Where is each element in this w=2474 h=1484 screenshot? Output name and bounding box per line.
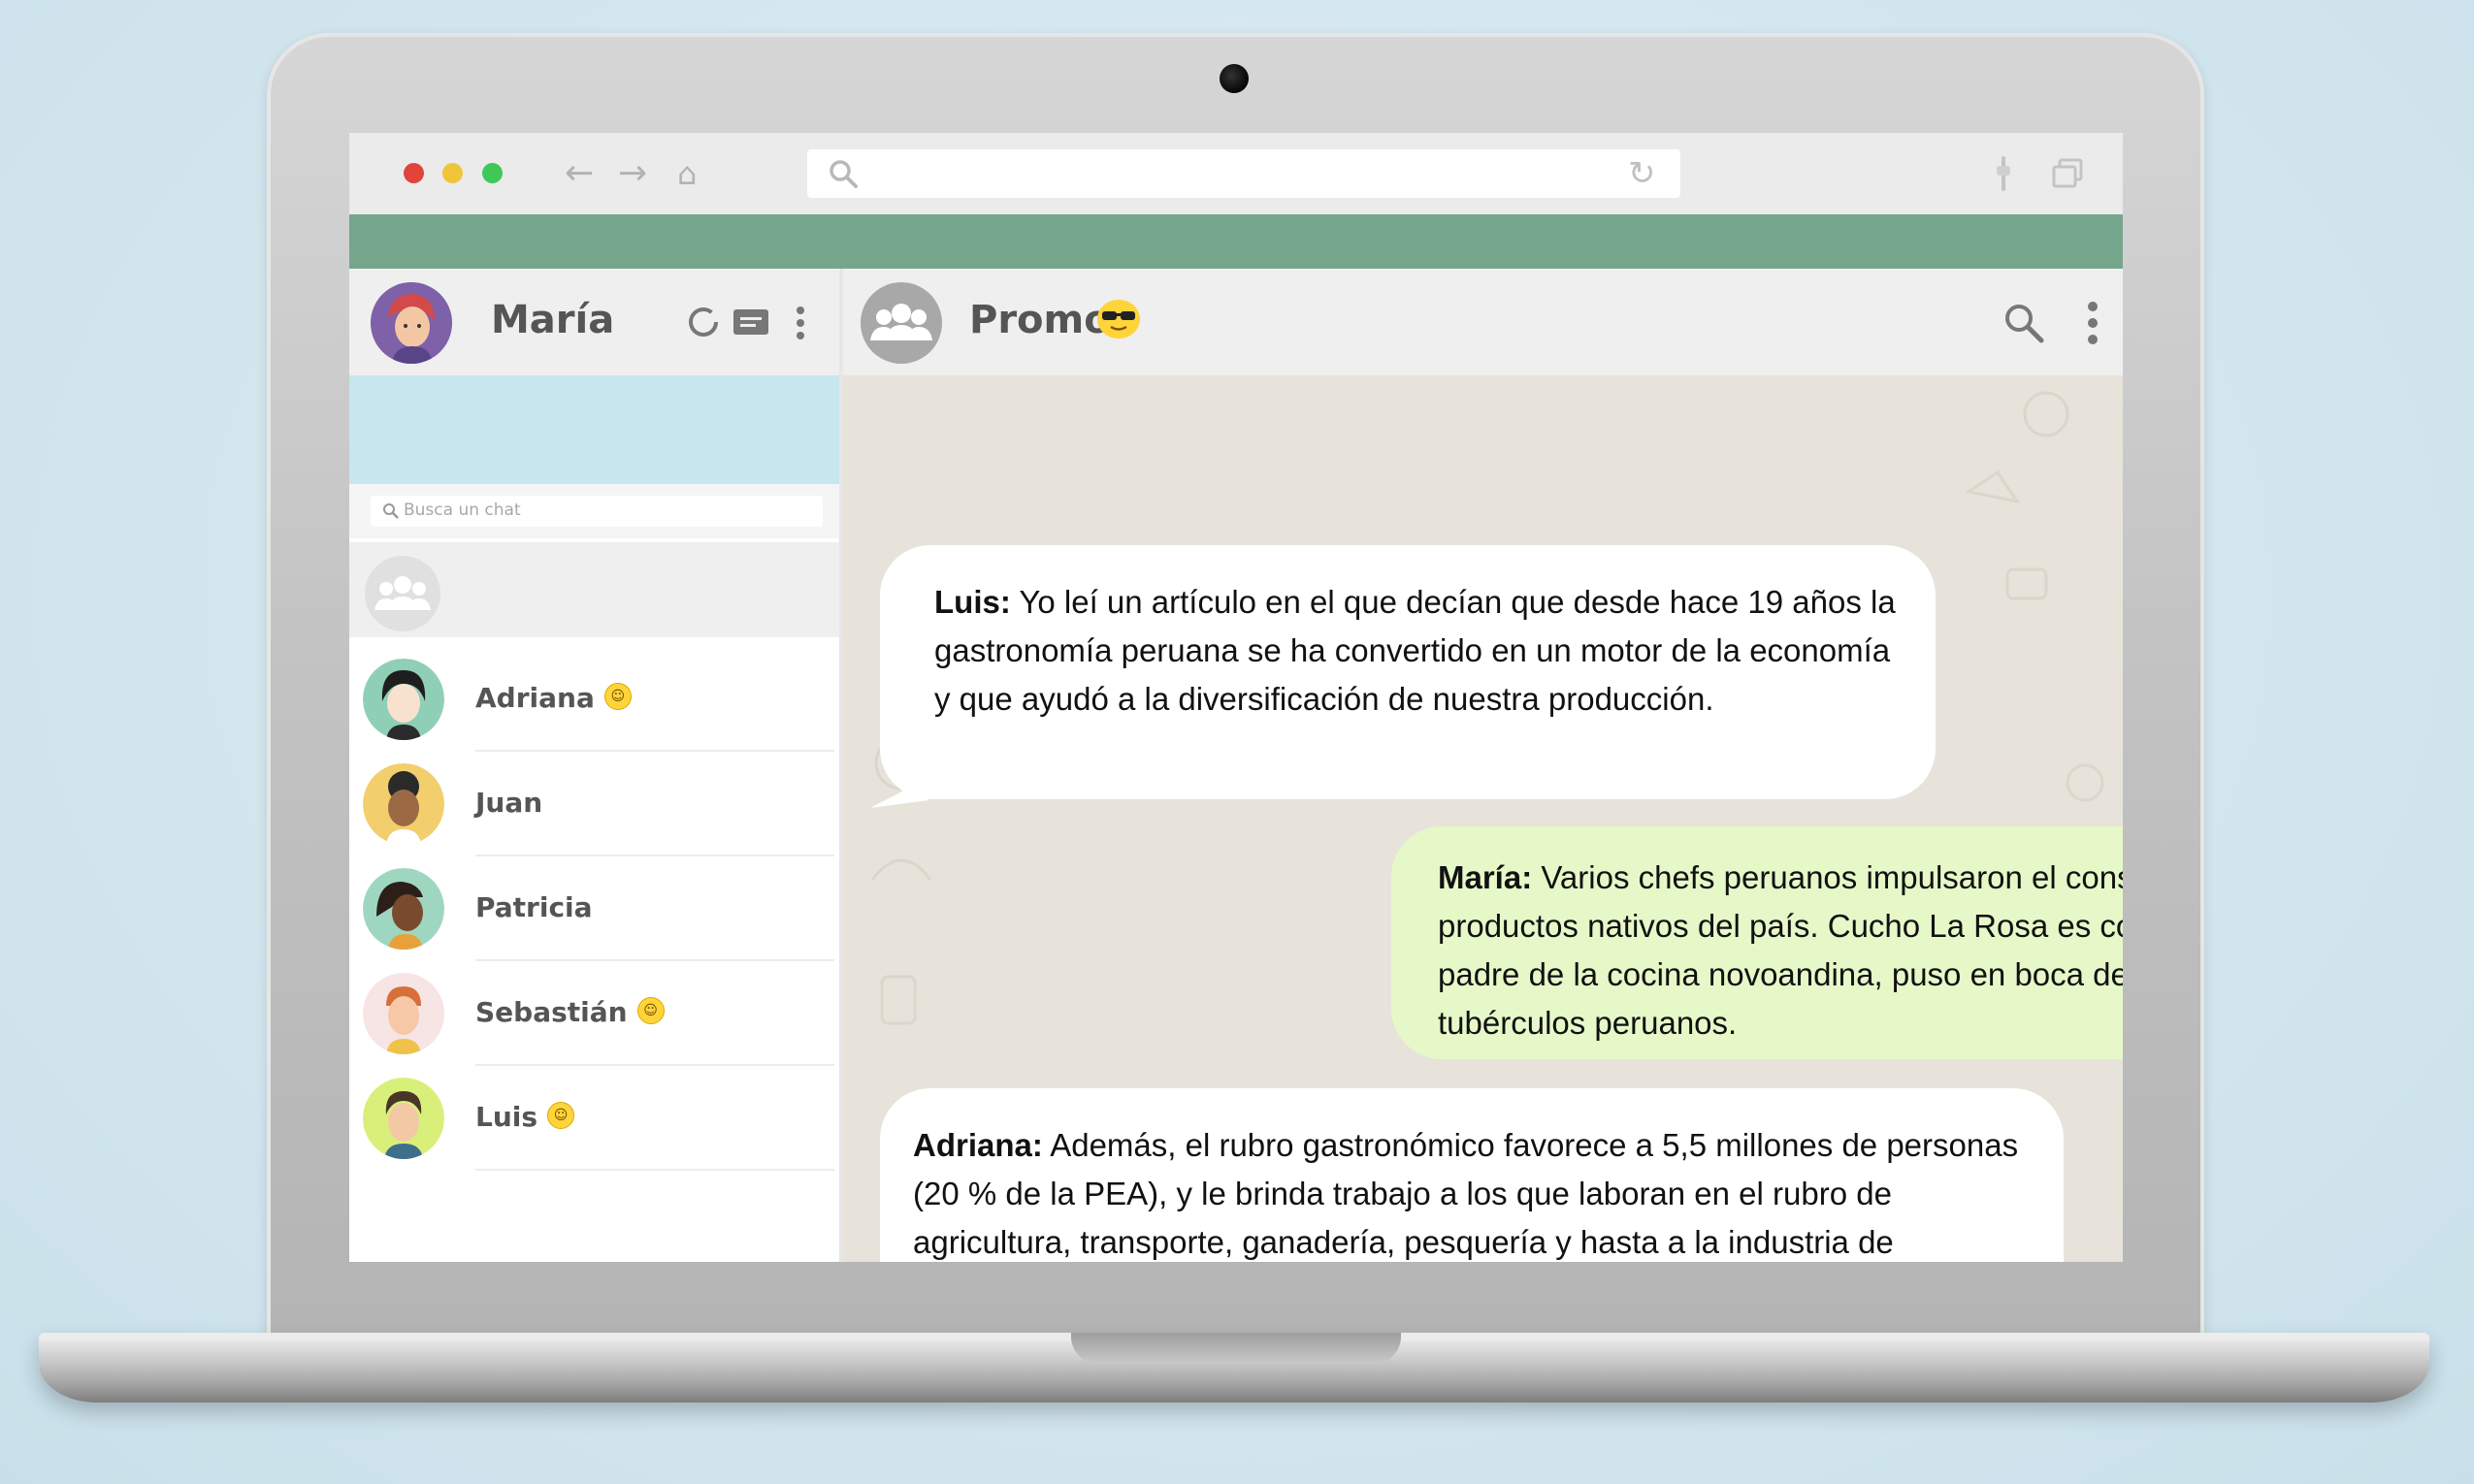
- message-text: Varios chefs peruanos impulsaron el cons…: [1438, 859, 2123, 1041]
- avatar: [363, 868, 444, 950]
- tabs-icon[interactable]: [2051, 158, 2084, 189]
- menu-icon[interactable]: [2087, 300, 2099, 346]
- status-icon[interactable]: [687, 306, 720, 339]
- profile-name: María: [491, 298, 615, 342]
- search-placeholder: Busca un chat: [404, 500, 521, 520]
- conversation-panel: Promo Luis: Yo leí un artículo en el que…: [843, 269, 2123, 1262]
- minimize-window-button[interactable]: [442, 163, 463, 183]
- list-item[interactable]: Juan: [349, 752, 839, 856]
- message-bubble-incoming: Adriana: Además, el rubro gastronómico f…: [880, 1088, 2064, 1262]
- avatar: [363, 1078, 444, 1159]
- chat-name: Sebastián ☺: [475, 996, 665, 1028]
- group-avatar: [365, 556, 440, 631]
- grinning-emoji-icon: ☺: [636, 997, 665, 1024]
- avatar: [363, 763, 444, 845]
- home-icon[interactable]: ⌂: [677, 150, 697, 197]
- message-text: Yo leí un artículo en el que decían que …: [934, 584, 1896, 717]
- group-avatar[interactable]: [861, 282, 942, 364]
- app-top-band: [349, 214, 2123, 269]
- list-item[interactable]: Patricia: [349, 856, 839, 961]
- search-icon[interactable]: [2002, 302, 2045, 344]
- back-arrow-icon[interactable]: ←: [565, 150, 594, 197]
- webcam-icon: [1220, 64, 1249, 93]
- menu-icon[interactable]: [795, 306, 806, 340]
- reload-icon[interactable]: ↻: [1628, 153, 1656, 194]
- laptop-notch: [1071, 1333, 1401, 1364]
- chat-name: Juan: [475, 787, 543, 819]
- sunglasses-emoji-icon: [1097, 300, 1140, 339]
- list-item[interactable]: Sebastián ☺: [349, 961, 839, 1066]
- list-item[interactable]: Luis ☺: [349, 1066, 839, 1171]
- smiley-emoji-icon: ☺: [603, 683, 632, 710]
- message-sender: Luis:: [934, 584, 1011, 620]
- bubble-tail: [870, 773, 938, 808]
- pin-icon[interactable]: [1994, 154, 2013, 193]
- chat-name: Luis ☺: [475, 1101, 575, 1133]
- screen: ← → ⌂ ↻ María Busca un chat Adriana ☺ Ju…: [349, 133, 2123, 1262]
- notification-banner: [349, 375, 839, 484]
- message-text: Además, el rubro gastronómico favorece a…: [913, 1127, 2019, 1260]
- chat-name: Patricia: [475, 891, 593, 923]
- forward-arrow-icon[interactable]: →: [618, 150, 647, 197]
- smiley-emoji-icon: ☺: [547, 1102, 575, 1129]
- search-input[interactable]: Busca un chat: [371, 496, 823, 527]
- search-strip: Busca un chat: [349, 484, 839, 538]
- conversation-header: Promo: [843, 269, 2123, 375]
- group-chat-row[interactable]: [349, 542, 839, 637]
- close-window-button[interactable]: [404, 163, 424, 183]
- divider: [475, 1169, 834, 1171]
- message-bubble-outgoing: María: Varios chefs peruanos impulsaron …: [1391, 826, 2123, 1059]
- conversation-title: Promo: [969, 298, 1111, 342]
- message-sender: Adriana:: [913, 1127, 1043, 1163]
- avatar: [363, 973, 444, 1054]
- chat-name: Adriana ☺: [475, 682, 632, 714]
- maximize-window-button[interactable]: [482, 163, 503, 183]
- address-bar[interactable]: ↻: [807, 149, 1680, 198]
- search-icon: [383, 503, 399, 519]
- avatar: [363, 659, 444, 740]
- search-icon: [830, 160, 858, 188]
- browser-toolbar: ← → ⌂ ↻: [349, 133, 2123, 214]
- profile-header: María: [349, 269, 839, 375]
- message-sender: María:: [1438, 859, 1533, 895]
- chat-list-panel: María Busca un chat Adriana ☺ Juan Patri…: [349, 269, 843, 1262]
- avatar[interactable]: [371, 282, 452, 364]
- new-chat-icon[interactable]: [732, 307, 770, 337]
- list-item[interactable]: Adriana ☺: [349, 647, 839, 752]
- message-bubble-incoming: Luis: Yo leí un artículo en el que decía…: [880, 545, 1936, 799]
